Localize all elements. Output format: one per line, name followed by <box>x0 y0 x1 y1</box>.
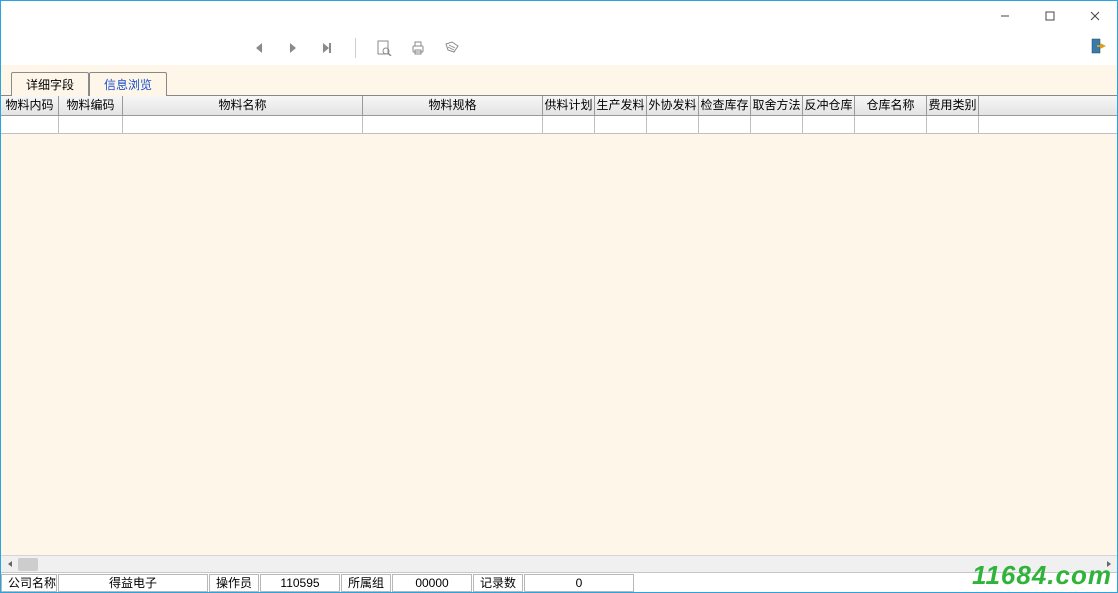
scroll-track[interactable] <box>18 556 1100 573</box>
status-group-value: 00000 <box>392 574 472 592</box>
col-material-code[interactable]: 物料编码 <box>59 96 123 115</box>
col-rounding-method[interactable]: 取舍方法 <box>751 96 803 115</box>
col-outsource-issue[interactable]: 外协发料 <box>647 96 699 115</box>
tag-icon[interactable] <box>442 38 462 58</box>
grid-header-row: 物料内码 物料编码 物料名称 物料规格 供料计划 生产发料 外协发料 检查库存 … <box>1 96 1117 116</box>
status-records-label: 记录数 <box>473 574 523 592</box>
cell[interactable] <box>59 116 123 134</box>
col-warehouse-name[interactable]: 仓库名称 <box>855 96 927 115</box>
cell[interactable] <box>543 116 595 134</box>
nav-last-icon[interactable] <box>317 38 337 58</box>
col-production-issue[interactable]: 生产发料 <box>595 96 647 115</box>
col-expense-category[interactable]: 费用类别 <box>927 96 979 115</box>
toolbar <box>1 31 1117 65</box>
col-material-spec[interactable]: 物料规格 <box>363 96 543 115</box>
status-operator-value: 110595 <box>260 574 340 592</box>
nav-next-icon[interactable] <box>283 38 303 58</box>
maximize-button[interactable] <box>1027 1 1072 31</box>
preview-icon[interactable] <box>374 38 394 58</box>
cell[interactable] <box>803 116 855 134</box>
col-check-stock[interactable]: 检查库存 <box>699 96 751 115</box>
data-grid: 物料内码 物料编码 物料名称 物料规格 供料计划 生产发料 外协发料 检查库存 … <box>1 95 1117 572</box>
content-area: 详细字段 信息浏览 物料内码 物料编码 物料名称 物料规格 供料计划 生产发料 … <box>1 65 1117 572</box>
cell[interactable] <box>751 116 803 134</box>
cell[interactable] <box>363 116 543 134</box>
status-records-value: 0 <box>524 574 634 592</box>
status-group-label: 所属组 <box>341 574 391 592</box>
cell[interactable] <box>699 116 751 134</box>
status-operator-label: 操作员 <box>209 574 259 592</box>
status-company-value: 得益电子 <box>58 574 208 592</box>
tab-info-browse[interactable]: 信息浏览 <box>89 72 167 96</box>
toolbar-separator <box>355 38 356 58</box>
minimize-button[interactable] <box>982 1 1027 31</box>
close-button[interactable] <box>1072 1 1117 31</box>
app-window: 详细字段 信息浏览 物料内码 物料编码 物料名称 物料规格 供料计划 生产发料 … <box>0 0 1118 593</box>
toolbar-nav-group <box>249 38 462 58</box>
status-bar: 公司名称 得益电子 操作员 110595 所属组 00000 记录数 0 <box>1 572 1117 592</box>
scroll-thumb[interactable] <box>18 558 38 571</box>
col-material-internal-code[interactable]: 物料内码 <box>1 96 59 115</box>
tab-detail-fields[interactable]: 详细字段 <box>11 72 89 96</box>
exit-icon[interactable] <box>1091 37 1109 58</box>
col-material-name[interactable]: 物料名称 <box>123 96 363 115</box>
titlebar <box>1 1 1117 31</box>
tab-strip: 详细字段 信息浏览 <box>1 65 1117 95</box>
nav-prev-icon[interactable] <box>249 38 269 58</box>
horizontal-scrollbar[interactable] <box>1 555 1117 572</box>
cell[interactable] <box>647 116 699 134</box>
print-icon[interactable] <box>408 38 428 58</box>
col-supply-plan[interactable]: 供料计划 <box>543 96 595 115</box>
status-company-label: 公司名称 <box>1 574 57 592</box>
cell[interactable] <box>1 116 59 134</box>
cell[interactable] <box>855 116 927 134</box>
scroll-left-icon[interactable] <box>1 556 18 573</box>
scroll-right-icon[interactable] <box>1100 556 1117 573</box>
grid-empty-row[interactable] <box>1 116 1117 134</box>
cell[interactable] <box>927 116 979 134</box>
cell[interactable] <box>595 116 647 134</box>
grid-empty-area <box>1 134 1117 555</box>
cell[interactable] <box>123 116 363 134</box>
col-backflush-warehouse[interactable]: 反冲仓库 <box>803 96 855 115</box>
